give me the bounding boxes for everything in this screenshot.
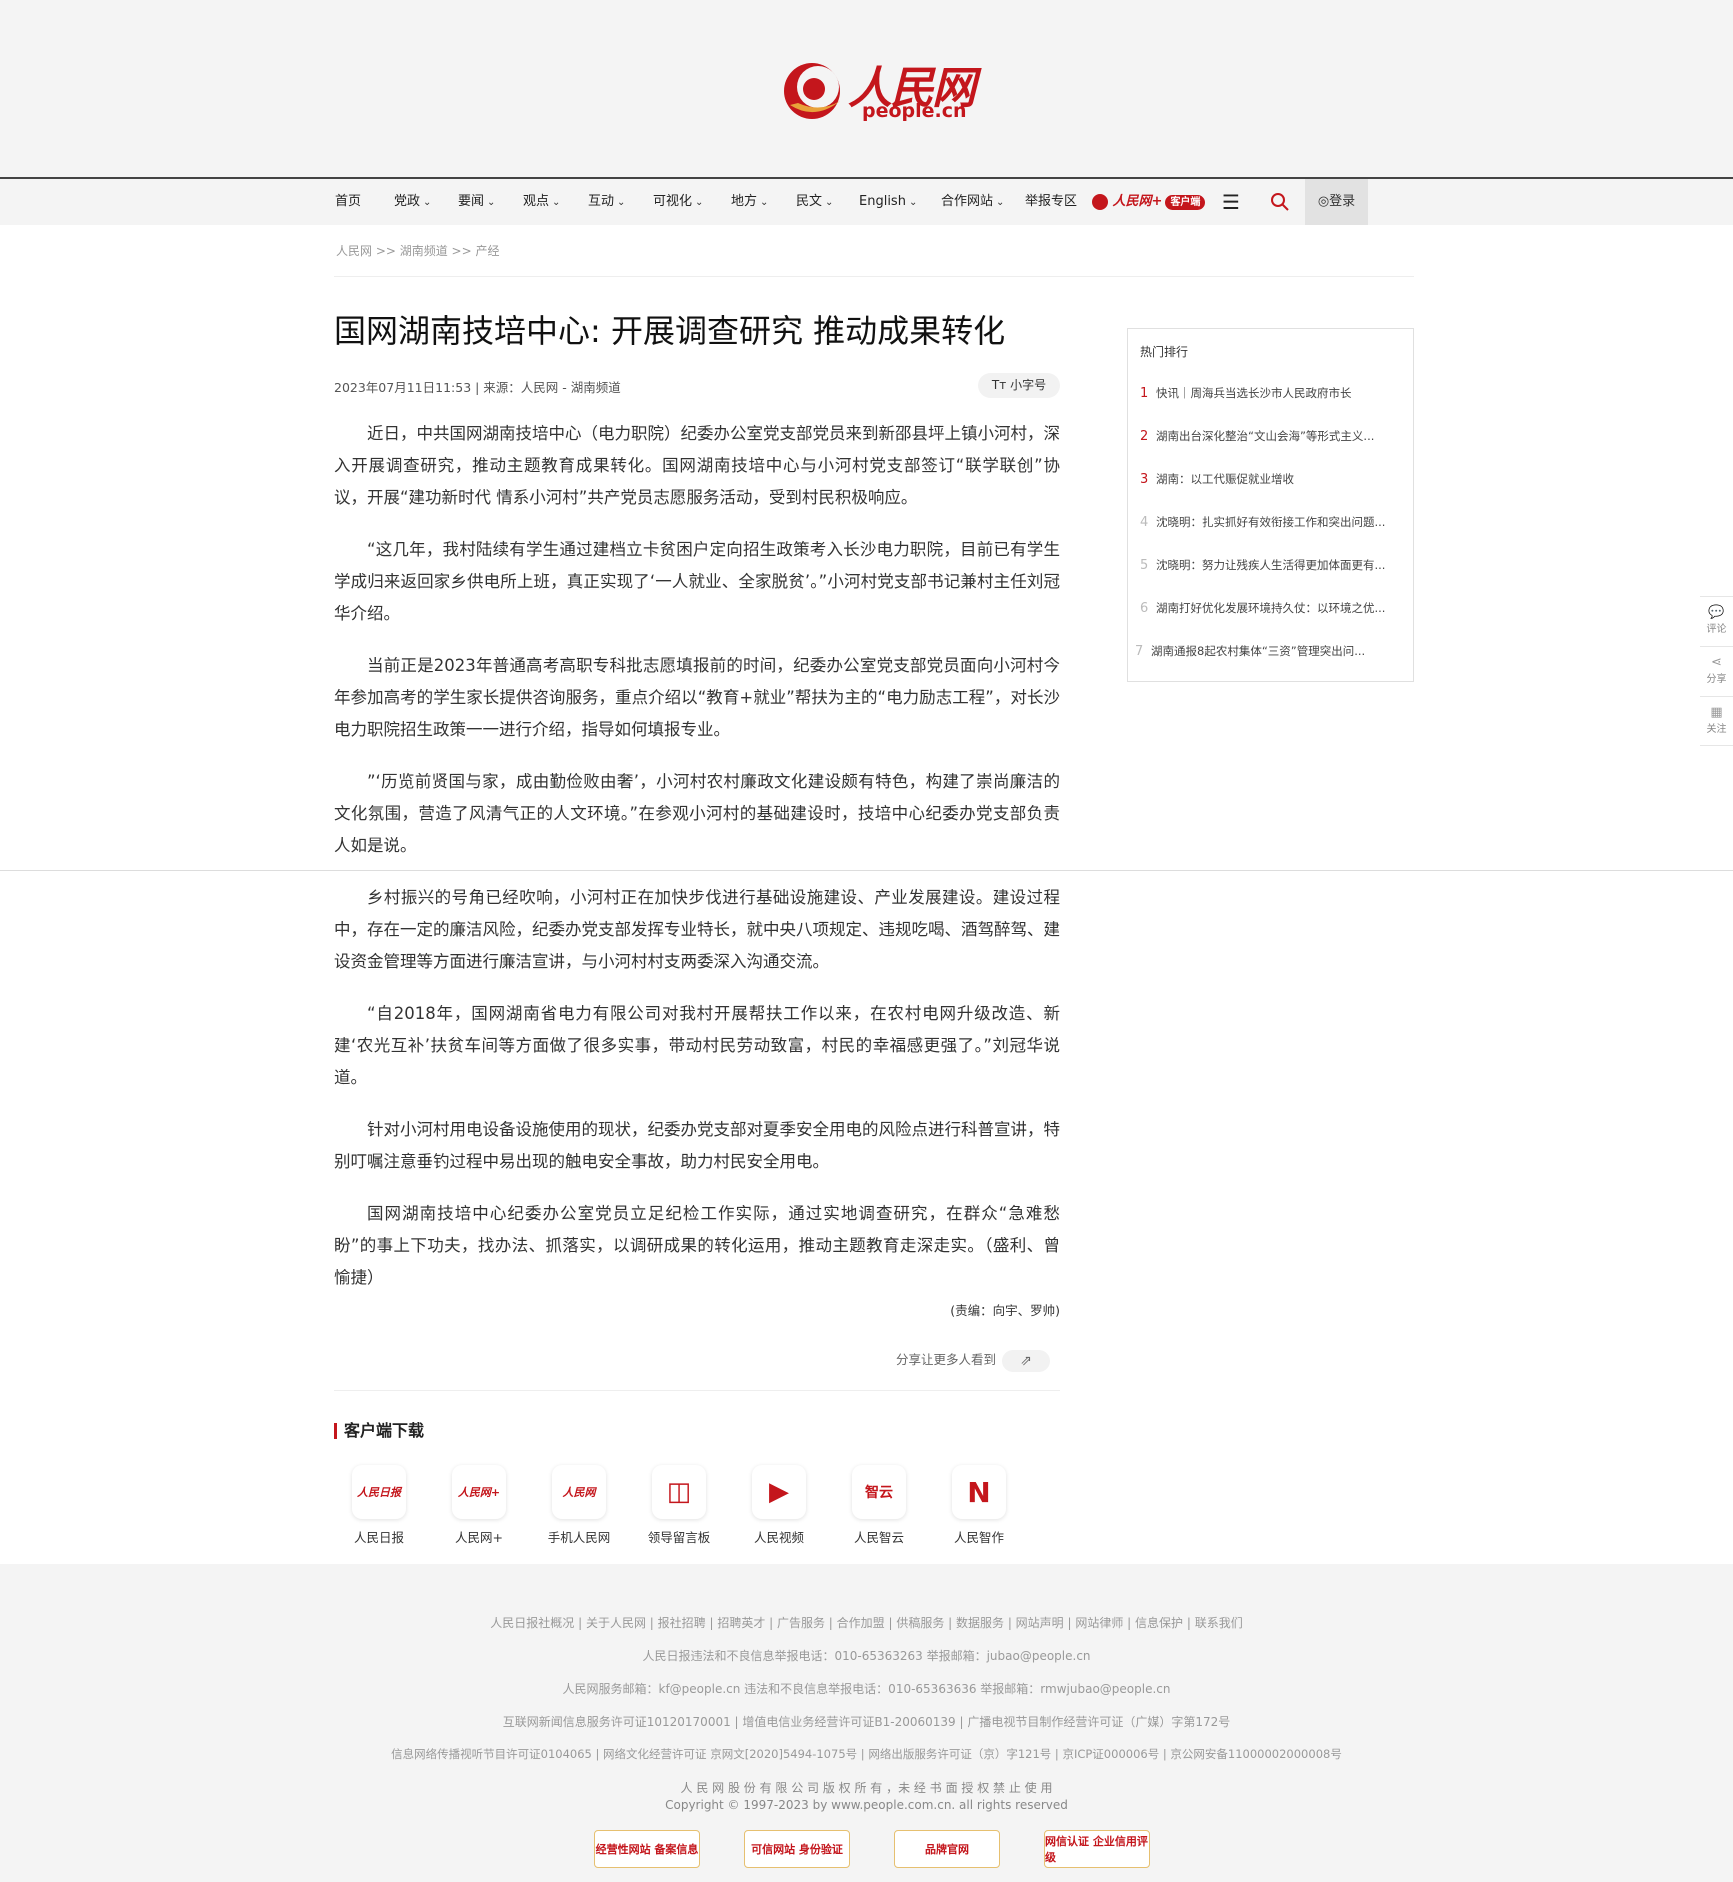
rank-item[interactable]: 7 湖南通报8起农村集体“三资”管理突出问... bbox=[1135, 643, 1400, 659]
people-daily-app-icon: 人民日报 bbox=[352, 1465, 406, 1519]
article-paragraph: 国网湖南技培中心纪委办公室党员立足纪检工作实际，通过实地调查研究，在群众“急难愁… bbox=[334, 1204, 1060, 1287]
follow-button[interactable]: ▦ 关注 bbox=[1700, 696, 1733, 746]
download-section-title: 客户端下载 bbox=[334, 1423, 424, 1439]
comment-icon: 💬 bbox=[1708, 605, 1725, 620]
menu-icon[interactable]: ☰ bbox=[1222, 179, 1240, 225]
app-people-cloud[interactable]: 智云 人民智云 bbox=[834, 1465, 924, 1546]
footer-license-line: 互联网新闻信息服务许可证10120170001 | 增值电信业务经营许可证B1-… bbox=[502, 1715, 1231, 1729]
nav-visual[interactable]: 可视化 ⌄ bbox=[653, 179, 703, 225]
nav-news[interactable]: 要闻 ⌄ bbox=[458, 179, 495, 225]
people-logo[interactable]: 人民网 people.cn bbox=[780, 50, 980, 130]
message-board-app-icon: ◫ bbox=[652, 1465, 706, 1519]
nav-partners[interactable]: 合作网站 ⌄ bbox=[941, 179, 1004, 225]
article-paragraph: 针对小河村用电设备设施使用的现状，纪委办党支部对夏季安全用电的风险点进行科普宣讲… bbox=[334, 1120, 1060, 1171]
login-button[interactable]: ◎登录 bbox=[1305, 179, 1368, 225]
article-body: 近日，中共国网湖南技培中心（电力职院）纪委办公室党支部党员来到新邵县坪上镇小河村… bbox=[334, 418, 1060, 1314]
article-divider bbox=[334, 1390, 1060, 1391]
footer-license-line-2: 信息网络传播视听节目许可证0104065 | 网络文化经营许可证 京网文[202… bbox=[391, 1747, 1342, 1761]
people-logo-icon bbox=[784, 63, 840, 119]
nav-opinion[interactable]: 观点 ⌄ bbox=[523, 179, 560, 225]
share-icon: ⋖ bbox=[1711, 655, 1722, 670]
app-people-plus[interactable]: 人民网+ 人民网+ bbox=[434, 1465, 524, 1546]
rank-item[interactable]: 4 沈晓明：扎实抓好有效衔接工作和突出问题... bbox=[1140, 514, 1405, 530]
rank-item[interactable]: 3 湖南：以工代赈促就业增收 bbox=[1140, 471, 1405, 487]
text-size-icon: Tт bbox=[991, 378, 1007, 392]
nav-local[interactable]: 地方 ⌄ bbox=[731, 179, 768, 225]
article-paragraph: 当前正是2023年普通高考高职专科批志愿填报前的时间，纪委办公室党支部党员面向小… bbox=[334, 656, 1060, 739]
article-paragraph: “自2018年，国网湖南省电力有限公司对我村开展帮扶工作以来，在农村电网升级改造… bbox=[334, 1004, 1060, 1087]
chevron-down-icon: ⌄ bbox=[552, 197, 561, 208]
breadcrumb[interactable]: 人民网 >> 湖南频道 >> 产经 bbox=[336, 242, 499, 259]
app-people-create[interactable]: N 人民智作 bbox=[934, 1465, 1024, 1546]
floating-action-bar: 💬 评论 ⋖ 分享 ▦ 关注 bbox=[1700, 596, 1733, 746]
rank-item[interactable]: 5 沈晓明：努力让残疾人生活得更加体面更有... bbox=[1140, 557, 1405, 573]
footer-badge-trusted[interactable]: 可信网站 身份验证 bbox=[744, 1830, 850, 1868]
nav-party[interactable]: 党政 ⌄ bbox=[394, 179, 431, 225]
nav-english[interactable]: English ⌄ bbox=[859, 179, 917, 225]
article-meta: 2023年07月11日11:53 | 来源：人民网 - 湖南频道 bbox=[334, 380, 621, 395]
share-button[interactable]: ⋖ 分享 bbox=[1700, 646, 1733, 696]
article-paragraph: ”‘历览前贤国与家，成由勤俭败由奢’，小河村农村廉政文化建设颇有特色，构建了崇尚… bbox=[334, 772, 1060, 855]
footer-links[interactable]: 人民日报社概况 | 关于人民网 | 报社招聘 | 招聘英才 | 广告服务 | 合… bbox=[0, 1614, 1733, 1631]
rank-item[interactable]: 2 湖南出台深化整治“文山会海”等形式主义... bbox=[1140, 428, 1405, 444]
app-people-daily[interactable]: 人民日报 人民日报 bbox=[334, 1465, 424, 1546]
article-paragraph: 近日，中共国网湖南技培中心（电力职院）纪委办公室党支部党员来到新邵县坪上镇小河村… bbox=[334, 424, 1060, 507]
font-size-toggle-button[interactable]: Tт 小字号 bbox=[978, 373, 1060, 398]
nav-home[interactable]: 首页 bbox=[335, 179, 361, 225]
nav-report[interactable]: 举报专区 bbox=[1025, 179, 1077, 225]
article-title: 国网湖南技培中心: 开展调查研究 推动成果转化 bbox=[334, 312, 1006, 350]
user-icon: ◎ bbox=[1317, 194, 1330, 209]
footer-copyright-en: Copyright © 1997-2023 by www.people.com.… bbox=[665, 1798, 1068, 1812]
app-mobile-people[interactable]: 人民网 手机人民网 bbox=[534, 1465, 624, 1546]
play-icon: ▶ bbox=[752, 1465, 806, 1519]
app-people-video[interactable]: ▶ 人民视频 bbox=[734, 1465, 824, 1546]
chevron-down-icon: ⌄ bbox=[487, 197, 496, 208]
footer-badge-credit[interactable]: 网信认证 企业信用评级 bbox=[1044, 1830, 1150, 1868]
footer-report-line: 人民日报违法和不良信息举报电话：010-65363263 举报邮箱：jubao@… bbox=[642, 1649, 1091, 1663]
footer-badge-registration[interactable]: 经营性网站 备案信息 bbox=[594, 1830, 700, 1868]
mobile-people-app-icon: 人民网 bbox=[552, 1465, 606, 1519]
app-leader-message-board[interactable]: ◫ 领导留言板 bbox=[634, 1465, 724, 1546]
footer-badges: 经营性网站 备案信息 可信网站 身份验证 品牌官网 网信认证 企业信用评级 bbox=[594, 1830, 1154, 1870]
chevron-down-icon: ⌄ bbox=[908, 197, 918, 208]
people-cloud-app-icon: 智云 bbox=[852, 1465, 906, 1519]
nav-app-link[interactable]: 人民网+ 客户端 bbox=[1092, 179, 1206, 225]
chevron-down-icon: ⌄ bbox=[695, 197, 704, 208]
follow-icon: ▦ bbox=[1710, 705, 1723, 720]
article-editor: (责编：向宇、罗帅) bbox=[950, 1303, 1060, 1318]
comment-button[interactable]: 💬 评论 bbox=[1700, 596, 1733, 646]
main-navbar: 首页 党政 ⌄ 要闻 ⌄ 观点 ⌄ 互动 ⌄ 可视化 ⌄ 地方 ⌄ 民文 ⌄ English ⌄… bbox=[0, 177, 1733, 225]
nav-interact[interactable]: 互动 ⌄ bbox=[588, 179, 625, 225]
article-paragraph: “这几年，我村陆续有学生通过建档立卡贫困户定向招生政策考入长沙电力职院，目前已有… bbox=[334, 540, 1060, 623]
search-icon[interactable] bbox=[1270, 179, 1290, 225]
rank-item[interactable]: 6 湖南打好优化发展环境持久仗：以环境之优... bbox=[1140, 600, 1405, 616]
chevron-down-icon: ⌄ bbox=[760, 197, 769, 208]
logo-domain: people.cn bbox=[862, 100, 967, 122]
share-row[interactable]: 分享让更多人看到 ⇗ bbox=[896, 1349, 1051, 1372]
footer-copyright-cn: 人 民 网 股 份 有 限 公 司 版 权 所 有 ，未 经 书 面 授 权 禁… bbox=[680, 1781, 1053, 1795]
share-external-icon[interactable]: ⇗ bbox=[1002, 1349, 1051, 1372]
chevron-down-icon: ⌄ bbox=[996, 197, 1005, 208]
app-download-list: 人民日报 人民日报 人民网+ 人民网+ 人民网 手机人民网 ◫ 领导留言板 ▶ … bbox=[334, 1465, 1034, 1545]
site-header: 人民网 people.cn bbox=[0, 0, 1733, 177]
people-app-icon bbox=[1092, 193, 1108, 210]
footer-badge-brand[interactable]: 品牌官网 bbox=[894, 1830, 1000, 1868]
people-plus-app-icon: 人民网+ bbox=[452, 1465, 506, 1519]
rank-item[interactable]: 1 快讯｜周海兵当选长沙市人民政府市长 bbox=[1140, 385, 1405, 401]
chevron-down-icon: ⌄ bbox=[423, 197, 432, 208]
breadcrumb-divider bbox=[334, 276, 1414, 277]
people-create-app-icon: N bbox=[952, 1465, 1006, 1519]
nav-ethnic[interactable]: 民文 ⌄ bbox=[796, 179, 833, 225]
article-paragraph: 乡村振兴的号角已经吹响，小河村正在加快步伐进行基础设施建设、产业发展建设。建设过… bbox=[334, 888, 1060, 971]
hot-ranking-panel: 热门排行 1 快讯｜周海兵当选长沙市人民政府市长 2 湖南出台深化整治“文山会海”等… bbox=[1127, 328, 1414, 682]
chevron-down-icon: ⌄ bbox=[825, 197, 834, 208]
footer-service-line: 人民网服务邮箱：kf@people.cn 违法和不良信息举报电话：010-653… bbox=[562, 1682, 1171, 1696]
hot-ranking-title: 热门排行 bbox=[1140, 345, 1189, 359]
chevron-down-icon: ⌄ bbox=[617, 197, 626, 208]
